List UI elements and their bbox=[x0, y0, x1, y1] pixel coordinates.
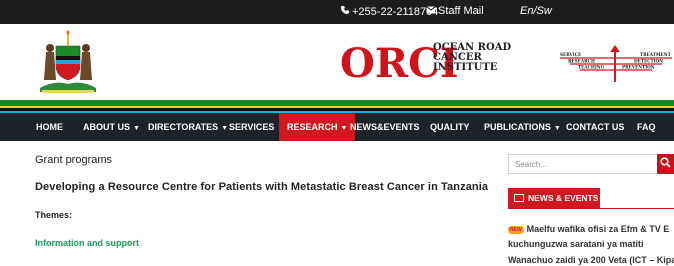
nav-label: ABOUT US bbox=[83, 122, 130, 132]
newspaper-icon bbox=[514, 194, 524, 202]
diagram-label-research: RESEARCH bbox=[568, 59, 595, 64]
diagram-label-prevention: PREVENTION bbox=[622, 65, 655, 70]
nav-item-faq[interactable]: FAQ bbox=[637, 113, 656, 141]
theme-link-information-support[interactable]: Information and support bbox=[35, 238, 139, 248]
nav-label: RESEARCH bbox=[287, 122, 338, 132]
search-button[interactable] bbox=[657, 154, 674, 174]
nav-label: NEWS&EVENTS bbox=[350, 122, 420, 132]
news-events-heading: NEWS & EVENTS bbox=[508, 188, 600, 208]
diagram-label-treatment: TREATMENT bbox=[640, 52, 672, 57]
nav-label: SERVICES bbox=[229, 122, 275, 132]
phone-contact[interactable]: +255-22-2118704 bbox=[340, 5, 438, 18]
phone-icon bbox=[340, 5, 350, 18]
mail-icon bbox=[426, 5, 436, 17]
news-item[interactable]: NEW Maelfu wafika ofisi za Efm & TV E kuc… bbox=[508, 222, 674, 252]
news-heading-label: NEWS & EVENTS bbox=[528, 193, 599, 203]
top-bar: +255-22-2118704 Staff Mail En/Sw bbox=[0, 0, 674, 24]
coat-of-arms-logo[interactable] bbox=[34, 30, 102, 94]
nav-item-contact-us[interactable]: CONTACT US bbox=[566, 113, 624, 141]
nav-item-about-us[interactable]: ABOUT US ▼ bbox=[83, 113, 140, 141]
logo-subtitle-line-3: INSTITUTE bbox=[433, 62, 498, 73]
diagram-label-teaching: TEACHING bbox=[578, 65, 605, 70]
nav-item-directorates[interactable]: DIRECTORATES ▼ bbox=[148, 113, 228, 141]
search-icon bbox=[660, 157, 671, 171]
caret-down-icon: ▼ bbox=[340, 125, 348, 132]
page-title: Developing a Resource Centre for Patient… bbox=[35, 181, 489, 193]
staff-mail-link[interactable]: Staff Mail bbox=[426, 5, 484, 17]
nav-label: CONTACT US bbox=[566, 122, 625, 132]
services-cross-diagram: SERVICE TREATMENT RESEARCH DETECTION TEA… bbox=[558, 44, 674, 84]
caret-down-icon: ▼ bbox=[553, 125, 561, 132]
nav-label: DIRECTORATES bbox=[148, 122, 219, 132]
nav-label: FAQ bbox=[637, 122, 656, 132]
diagram-label-service: SERVICE bbox=[560, 52, 581, 57]
orci-logo-subtitle: OCEAN ROAD CANCER INSTITUTE bbox=[433, 43, 511, 73]
nav-item-services[interactable]: SERVICES▼ bbox=[229, 113, 284, 141]
nav-item-news-events[interactable]: NEWS&EVENTS bbox=[350, 113, 420, 141]
news-item-text: Maelfu wafika ofisi za Efm & TV E kuchun… bbox=[508, 224, 670, 249]
site-header: ORCI OCEAN ROAD CANCER INSTITUTE SERVICE… bbox=[0, 24, 674, 100]
themes-label: Themes: bbox=[35, 210, 73, 220]
nav-label: QUALITY bbox=[430, 122, 470, 132]
search-input[interactable]: Search... bbox=[508, 154, 658, 174]
caret-down-icon: ▼ bbox=[221, 125, 229, 132]
breadcrumb[interactable]: Grant programs bbox=[35, 154, 112, 166]
nav-item-publications[interactable]: PUBLICATIONS ▼ bbox=[484, 113, 561, 141]
main-nav: HOME ABOUT US▼ DIRECTORATES▼ SERVICES▼ R… bbox=[0, 113, 674, 141]
nav-label: HOME bbox=[36, 122, 63, 132]
news-item[interactable]: Wanachuo zaidi ya 200 Veta (ICT – Kipawa bbox=[508, 255, 674, 265]
news-divider bbox=[508, 208, 674, 209]
new-badge: NEW bbox=[508, 225, 524, 234]
nav-label: PUBLICATIONS bbox=[484, 122, 551, 132]
diagram-label-detection: DETECTION bbox=[634, 59, 663, 64]
nav-item-research[interactable]: RESEARCH ▼ bbox=[279, 113, 356, 141]
language-switch[interactable]: En/Sw bbox=[520, 5, 552, 17]
caret-down-icon: ▼ bbox=[133, 125, 140, 132]
nav-item-quality[interactable]: QUALITY bbox=[430, 113, 470, 141]
staff-mail-label: Staff Mail bbox=[438, 5, 484, 17]
nav-item-home[interactable]: HOME bbox=[36, 113, 63, 141]
